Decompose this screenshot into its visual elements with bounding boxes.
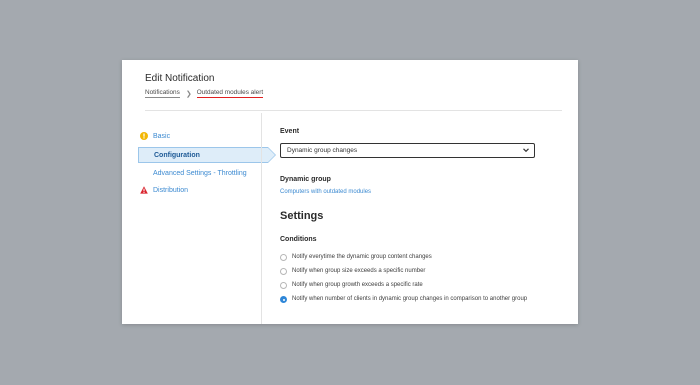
conditions-label: Conditions [280,236,317,243]
breadcrumb-notifications-link[interactable]: Notifications [145,89,180,98]
event-select-value: Dynamic group changes [287,147,358,154]
sidebar-item-label: Configuration [154,151,200,159]
chevron-down-icon [523,148,529,153]
radio-button[interactable] [280,281,287,289]
condition-label: Notify when group size exceeds a specifi… [292,268,426,274]
error-triangle-icon [140,186,148,194]
sidebar-item-label: Distribution [153,187,189,194]
event-select[interactable]: Dynamic group changes [280,143,535,158]
condition-option[interactable]: Notify everytime the dynamic group conte… [280,250,540,264]
sidebar-item-basic[interactable]: Basic [138,128,267,145]
sidebar-item-distribution[interactable]: Distribution [138,182,267,199]
radio-button[interactable] [280,253,287,261]
dynamic-group-link[interactable]: Computers with outdated modules [280,189,540,195]
condition-label: Notify everytime the dynamic group conte… [292,254,432,260]
dynamic-group-label: Dynamic group [280,176,331,183]
settings-heading: Settings [280,210,324,222]
condition-option[interactable]: Notify when group growth exceeds a speci… [280,278,540,292]
sidebar-nav: Basic Configuration Advanced Settings - … [138,128,276,199]
chevron-right-icon: ❯ [185,90,192,98]
condition-option[interactable]: Notify when number of clients in dynamic… [280,292,540,306]
breadcrumb-current: Outdated modules alert [196,89,264,98]
radio-button-selected[interactable] [280,295,287,303]
condition-option[interactable]: Notify when group size exceeds a specifi… [280,264,540,278]
event-label: Event [280,128,300,135]
sidebar-item-advanced-settings-throttling[interactable]: Advanced Settings - Throttling [138,165,267,182]
conditions-radio-group: Notify everytime the dynamic group conte… [280,250,540,306]
edit-notification-dialog: Edit Notification Notifications ❯ Outdat… [122,60,578,324]
sidebar-item-configuration[interactable]: Configuration [138,147,276,163]
condition-label: Notify when number of clients in dynamic… [292,296,528,302]
header-divider [145,110,562,111]
configuration-panel: Event Dynamic group changes Dynamic grou… [280,128,540,306]
sidebar-divider [261,113,262,324]
radio-button[interactable] [280,267,287,275]
sidebar-item-label: Basic [153,133,171,140]
dialog-title: Edit Notification [145,73,215,84]
sidebar-item-label: Advanced Settings - Throttling [153,170,247,177]
breadcrumb: Notifications ❯ Outdated modules alert [145,89,264,98]
condition-label: Notify when group growth exceeds a speci… [292,282,423,288]
warning-circle-icon [140,132,148,140]
